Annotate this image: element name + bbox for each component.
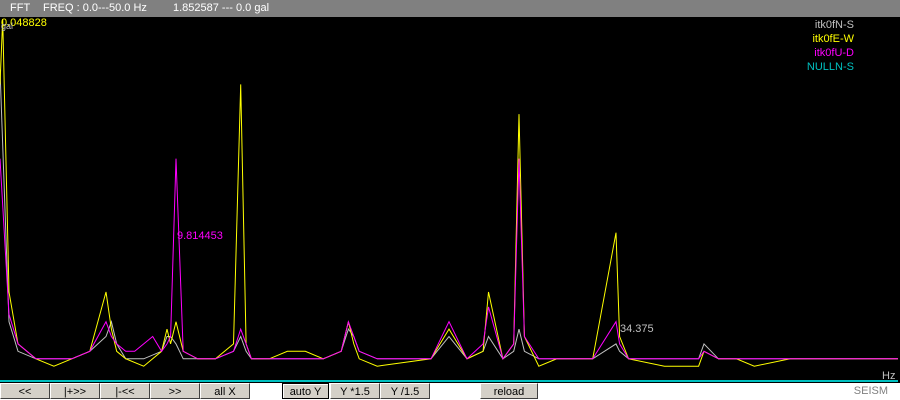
ymax-prefix: gal <box>1 21 14 31</box>
y-zoom-in-button[interactable]: Y *1.5 <box>330 383 380 399</box>
fft-viewer: FFT FREQ : 0.0---50.0 Hz 1.852587 --- 0.… <box>0 0 900 400</box>
reload-button[interactable]: reload <box>480 383 538 399</box>
brand-label: SEISM <box>853 385 888 397</box>
toolbar: << |+>> |-<< >> all X auto Y Y *1.5 Y /1… <box>0 383 900 400</box>
forward-button[interactable]: >> <box>150 383 200 399</box>
hz-unit-label: Hz <box>882 370 896 382</box>
legend-item-null: NULLN-S <box>806 61 854 73</box>
next-page-button[interactable]: |+>> <box>50 383 100 399</box>
mode-label: FFT <box>10 2 31 14</box>
legend-item-ud: itk0fU-D <box>814 47 854 59</box>
peak-label-34-4hz: 34.375 <box>620 323 654 335</box>
legend-item-ew: itk0fE-W <box>812 33 854 45</box>
peak-label-9-8hz: 9.814453 <box>177 230 223 242</box>
auto-y-button[interactable]: auto Y <box>282 383 329 399</box>
legend-item-ns: itk0fN-S <box>814 19 854 31</box>
series-line-ew <box>0 18 898 367</box>
all-x-button[interactable]: all X <box>200 383 250 399</box>
spectrum-plot[interactable]: 0.048828 gal 9.814453 34.375 Hz itk0fN-S… <box>0 17 900 383</box>
prev-page-button[interactable]: |-<< <box>100 383 150 399</box>
first-button[interactable]: << <box>0 383 50 399</box>
y-zoom-out-button[interactable]: Y /1.5 <box>380 383 430 399</box>
spectrum-chart <box>0 18 898 382</box>
title-bar: FFT FREQ : 0.0---50.0 Hz 1.852587 --- 0.… <box>0 0 900 17</box>
amplitude-range: 1.852587 --- 0.0 gal <box>173 2 270 14</box>
frequency-range: FREQ : 0.0---50.0 Hz <box>43 2 147 14</box>
series-line-ns <box>0 69 898 360</box>
